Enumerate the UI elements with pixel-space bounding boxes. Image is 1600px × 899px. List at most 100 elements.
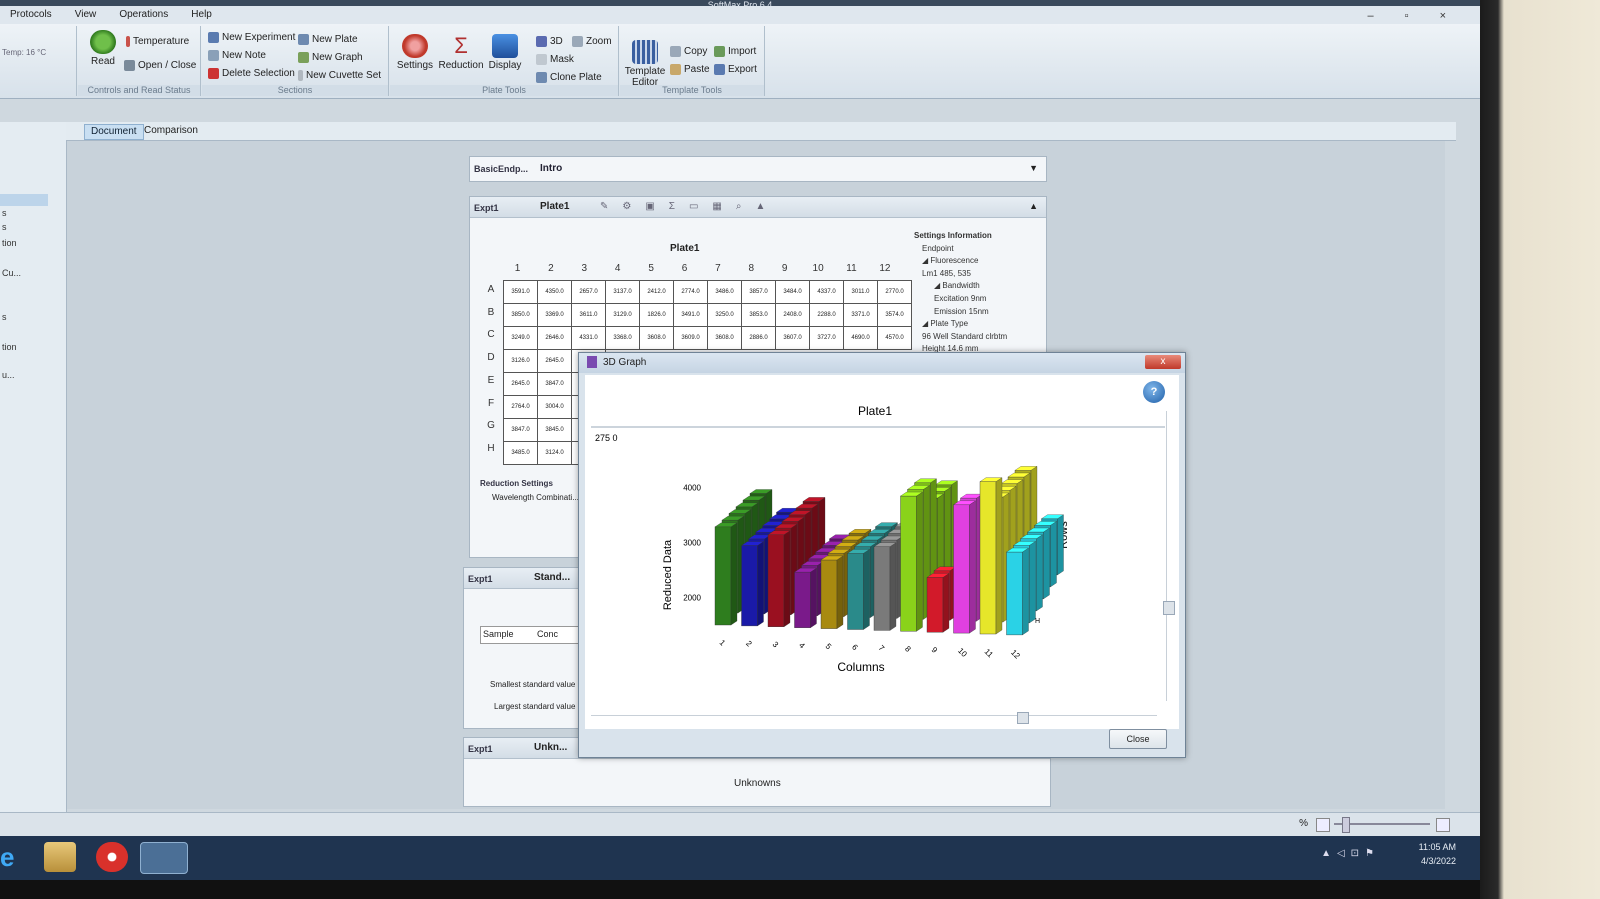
plate-column-label[interactable]: 9: [768, 263, 801, 274]
vertical-scrollbar[interactable]: [1163, 411, 1175, 701]
menu-operations[interactable]: Operations: [109, 6, 178, 24]
mask-button[interactable]: Mask: [536, 54, 574, 65]
plate-well[interactable]: 2657.0: [571, 280, 606, 304]
nav-item[interactable]: Cu...: [2, 268, 21, 278]
plate-well[interactable]: 3124.0: [537, 441, 572, 465]
plate-well[interactable]: 3368.0: [605, 326, 640, 350]
read-button[interactable]: Read: [78, 30, 128, 67]
plate-well[interactable]: 4331.0: [571, 326, 606, 350]
plate-well[interactable]: 4570.0: [877, 326, 912, 350]
plate-well[interactable]: 3727.0: [809, 326, 844, 350]
plate-well[interactable]: 3608.0: [639, 326, 674, 350]
plate-well[interactable]: 3857.0: [741, 280, 776, 304]
ie-icon[interactable]: e: [0, 842, 24, 872]
plate-well[interactable]: 1826.0: [639, 303, 674, 327]
plate-well[interactable]: 2770.0: [877, 280, 912, 304]
nav-item[interactable]: tion: [2, 342, 17, 352]
plate-well[interactable]: 4690.0: [843, 326, 878, 350]
new-plate-button[interactable]: New Plate: [298, 34, 358, 45]
new-cuvette-set-button[interactable]: New Cuvette Set: [298, 70, 381, 81]
nav-item[interactable]: u...: [2, 370, 15, 380]
plate-well[interactable]: 3609.0: [673, 326, 708, 350]
menu-help[interactable]: Help: [181, 6, 222, 24]
tab-unknowns[interactable]: Unkn...: [534, 742, 567, 753]
plate-well[interactable]: 3137.0: [605, 280, 640, 304]
new-graph-button[interactable]: New Graph: [298, 52, 363, 63]
plate-well[interactable]: 2774.0: [673, 280, 708, 304]
plate-column-label[interactable]: 3: [568, 263, 601, 274]
plate-well[interactable]: 3249.0: [503, 326, 538, 350]
plate-row-label[interactable]: C: [485, 329, 497, 340]
plate-well[interactable]: 3485.0: [503, 441, 538, 465]
plate-column-label[interactable]: 1: [501, 263, 534, 274]
menu-view[interactable]: View: [65, 6, 107, 24]
plate-row-label[interactable]: B: [485, 307, 497, 318]
zoom-out-button[interactable]: [1316, 818, 1330, 832]
tab-document[interactable]: Document: [84, 124, 144, 140]
import-button[interactable]: Import: [714, 46, 756, 57]
file-explorer-icon[interactable]: [44, 842, 76, 872]
temperature-button[interactable]: Temperature: [126, 36, 189, 47]
plate-row-label[interactable]: F: [485, 398, 497, 409]
export-button[interactable]: Export: [714, 64, 757, 75]
plate-column-label[interactable]: 5: [635, 263, 668, 274]
plate-column-label[interactable]: 10: [802, 263, 835, 274]
plate-well[interactable]: 3591.0: [503, 280, 538, 304]
plate-well[interactable]: 2412.0: [639, 280, 674, 304]
open-close-button[interactable]: Open / Close: [124, 60, 196, 71]
plate-column-label[interactable]: 2: [534, 263, 567, 274]
menu-protocols[interactable]: Protocols: [0, 6, 62, 24]
plate-well[interactable]: 3847.0: [537, 372, 572, 396]
plate-well[interactable]: 3607.0: [775, 326, 810, 350]
clock[interactable]: 11:05 AM 4/3/2022: [1419, 840, 1456, 868]
collapse-icon[interactable]: ▲: [1029, 201, 1038, 211]
close-button[interactable]: Close: [1109, 729, 1167, 749]
plate-column-label[interactable]: 12: [868, 263, 901, 274]
plate-well[interactable]: 3853.0: [741, 303, 776, 327]
navigator-selection[interactable]: [0, 194, 48, 206]
plate-well[interactable]: 2645.0: [537, 349, 572, 373]
plate-well[interactable]: 3611.0: [571, 303, 606, 327]
plate-well[interactable]: 3847.0: [503, 418, 538, 442]
plate-row-label[interactable]: E: [485, 375, 497, 386]
plate-well[interactable]: 2646.0: [537, 326, 572, 350]
display-button[interactable]: Display: [480, 34, 530, 71]
vscroll-thumb[interactable]: [1163, 601, 1175, 615]
plate-well[interactable]: 3011.0: [843, 280, 878, 304]
clone-plate-button[interactable]: Clone Plate: [536, 72, 602, 83]
horizontal-scrollbar[interactable]: [591, 712, 1157, 724]
plate-column-label[interactable]: 4: [601, 263, 634, 274]
plate-row-label[interactable]: A: [485, 284, 497, 295]
plate-row-label[interactable]: H: [485, 443, 497, 454]
plate-well[interactable]: 2288.0: [809, 303, 844, 327]
tab-standards[interactable]: Stand...: [534, 572, 570, 583]
plate-well[interactable]: 3004.0: [537, 395, 572, 419]
section-dropdown-icon[interactable]: ▼: [1029, 163, 1038, 173]
plate-column-label[interactable]: 8: [735, 263, 768, 274]
zoom-in-button[interactable]: [1436, 818, 1450, 832]
plate-well[interactable]: 3486.0: [707, 280, 742, 304]
window-controls[interactable]: – ▫ ×: [1367, 10, 1460, 22]
3d-button[interactable]: 3D: [536, 36, 563, 47]
plate-well[interactable]: 3369.0: [537, 303, 572, 327]
nav-item[interactable]: s: [2, 312, 7, 322]
plate-row-label[interactable]: D: [485, 352, 497, 363]
plate-well[interactable]: 3850.0: [503, 303, 538, 327]
tab-plate1[interactable]: Plate1: [540, 201, 569, 212]
plate-well[interactable]: 2886.0: [741, 326, 776, 350]
plate-well[interactable]: 4350.0: [537, 280, 572, 304]
softmax-taskbar-icon[interactable]: [140, 842, 188, 874]
zoom-slider-thumb[interactable]: [1342, 817, 1350, 833]
plate-well[interactable]: 3371.0: [843, 303, 878, 327]
plate-well[interactable]: 3126.0: [503, 349, 538, 373]
plate-row-label[interactable]: G: [485, 420, 497, 431]
plate-well[interactable]: 4337.0: [809, 280, 844, 304]
new-note-button[interactable]: New Note: [208, 50, 266, 61]
reduction-button[interactable]: Σ Reduction: [436, 34, 486, 72]
plate-well[interactable]: 3491.0: [673, 303, 708, 327]
paste-button[interactable]: Paste: [670, 64, 710, 75]
scroll-thumb[interactable]: [1017, 712, 1029, 724]
plate-well[interactable]: 2645.0: [503, 372, 538, 396]
new-experiment-button[interactable]: New Experiment: [208, 32, 295, 43]
plate-well[interactable]: 3484.0: [775, 280, 810, 304]
